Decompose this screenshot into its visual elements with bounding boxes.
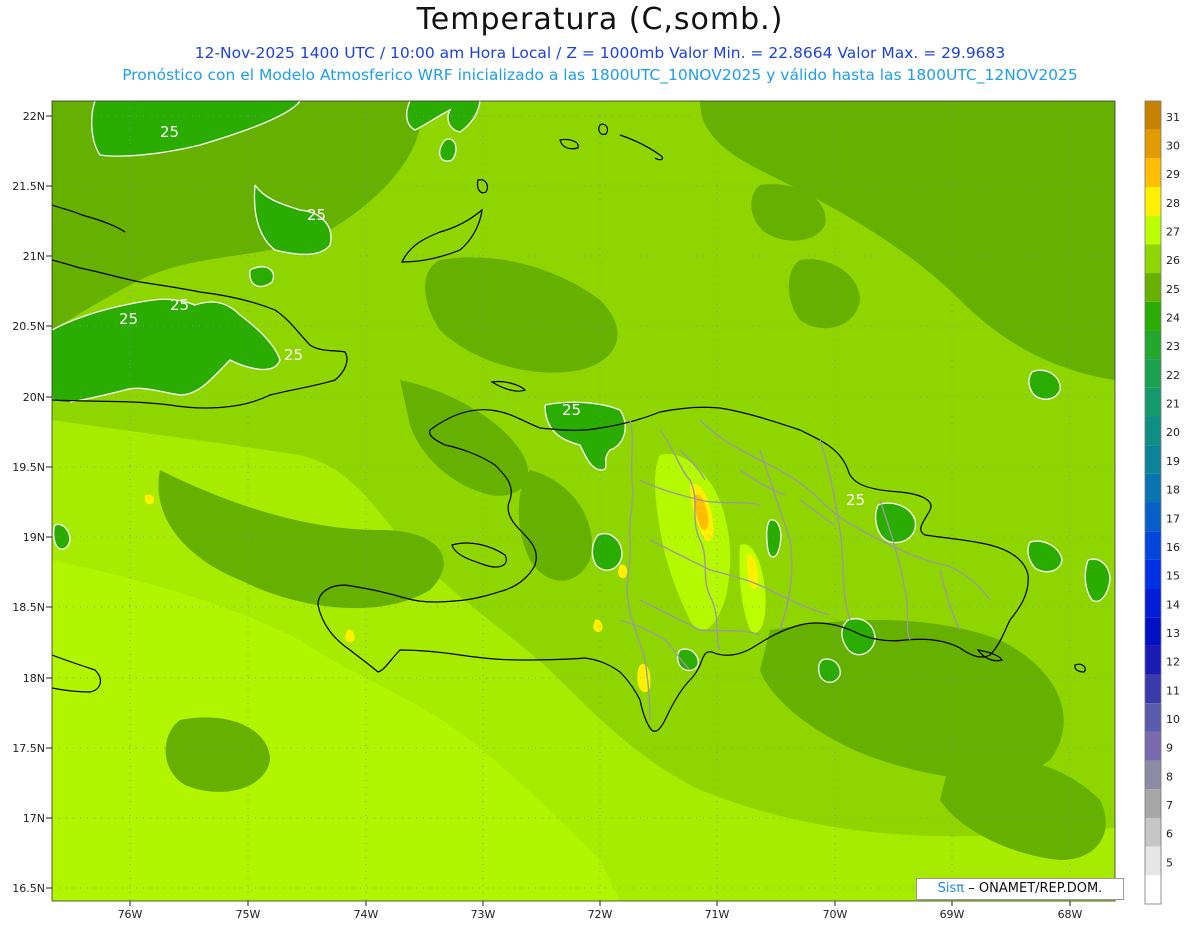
contour-label: 25 [284,346,303,364]
legend-swatch [1145,760,1161,790]
legend-label: 25 [1166,283,1180,296]
legend-label: 13 [1166,627,1180,640]
legend-label: 9 [1166,742,1173,755]
legend-swatch [1145,330,1161,360]
legend-swatch [1145,703,1161,732]
legend-label: 30 [1166,139,1180,152]
legend-swatch [1145,817,1161,847]
contour-label: 25 [119,310,138,328]
legend-swatch [1145,875,1161,904]
lon-label: 72W [588,908,613,921]
legend-swatch [1145,215,1161,245]
lat-label: 16.5N [12,882,45,895]
legend-label: 5 [1166,856,1173,869]
legend-label: 6 [1166,828,1173,841]
legend-label: 28 [1166,197,1180,210]
legend-swatch [1145,674,1161,704]
legend-label: 16 [1166,541,1180,554]
legend-label: 14 [1166,598,1180,611]
lat-label: 21N [23,250,45,263]
legend-swatch [1145,301,1161,331]
legend-label: 22 [1166,369,1180,382]
legend-label: 8 [1166,770,1173,783]
legend-swatch [1145,129,1161,159]
lat-label: 17N [23,812,45,825]
lat-label: 17.5N [12,742,45,755]
credit-text: – ONAMET/REP.DOM. [968,881,1103,896]
legend-swatch [1145,531,1161,560]
legend-label: 17 [1166,512,1180,525]
lat-label: 18.5N [12,601,45,614]
legend-swatch [1145,187,1161,216]
contour-label: 25 [160,123,179,141]
legend-label: 20 [1166,426,1180,439]
latitude-axis: 22N 21.5N 21N 20.5N 20N 19.5N 19N 18.5N … [12,110,45,895]
lon-label: 75W [236,908,261,921]
contour-label: 25 [562,401,581,419]
legend-swatch [1145,789,1161,818]
legend-label: 7 [1166,799,1173,812]
legend-label: 11 [1166,684,1180,697]
legend-label: 19 [1166,455,1180,468]
lat-label: 20N [23,391,45,404]
legend-swatch [1145,502,1161,532]
legend-label: 31 [1166,111,1180,124]
lon-label: 73W [471,908,496,921]
legend-swatch [1145,473,1161,503]
lat-label: 22N [23,110,45,123]
contour-label: 25 [307,206,326,224]
lon-label: 68W [1058,908,1083,921]
legend-swatch [1145,846,1161,876]
temperature-map: 25 25 25 25 25 25 25 22N 21.5N 21N 20.5N… [12,100,1180,921]
sispi-logo: Sisπ [937,881,965,896]
legend-label: 23 [1166,340,1180,353]
legend-swatch [1145,387,1161,417]
lon-label: 74W [354,908,379,921]
credit-box: Sisπ – ONAMET/REP.DOM. [916,878,1124,900]
lat-label: 20.5N [12,320,45,333]
legend-swatch [1145,731,1161,761]
legend-swatch [1145,559,1161,589]
legend-swatch [1145,359,1161,388]
legend-swatch [1145,158,1161,188]
legend-label: 26 [1166,254,1180,267]
lon-label: 76W [118,908,143,921]
contour-label: 25 [846,491,865,509]
legend-swatch [1145,273,1161,302]
legend-swatch [1145,445,1161,474]
legend-swatch [1145,244,1161,274]
legend-label: 27 [1166,225,1180,238]
legend-label: 21 [1166,398,1180,411]
lon-label: 70W [823,908,848,921]
lon-label: 71W [705,908,730,921]
legend-label: 12 [1166,656,1180,669]
color-legend: 31 30 29 28 27 26 25 24 23 22 21 20 19 18 17 16 15 14 13 12… [1144,100,1180,905]
legend-label: 24 [1166,312,1180,325]
legend-label: 29 [1166,168,1180,181]
lat-label: 18N [23,672,45,685]
contour-label: 25 [170,296,189,314]
legend-swatch [1145,588,1161,618]
lon-label: 69W [940,908,965,921]
lat-label: 19.5N [12,461,45,474]
legend-label: 15 [1166,570,1180,583]
legend-swatch [1145,101,1161,130]
legend-swatch [1145,416,1161,446]
lat-label: 21.5N [12,180,45,193]
legend-swatch [1145,645,1161,675]
longitude-axis: 76W 75W 74W 73W 72W 71W 70W 69W 68W [118,908,1083,921]
lat-label: 19N [23,531,45,544]
legend-label: 18 [1166,484,1180,497]
legend-swatch [1145,617,1161,646]
legend-label: 10 [1166,713,1180,726]
